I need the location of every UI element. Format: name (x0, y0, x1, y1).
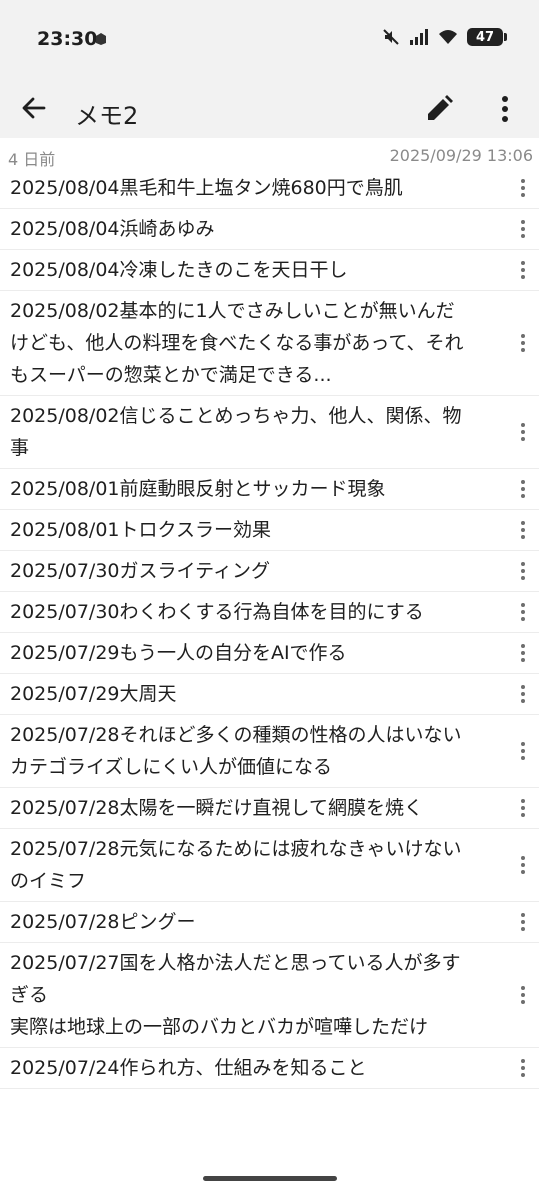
item-more-icon[interactable] (515, 739, 531, 763)
list-item-text: 2025/08/01前庭動眼反射とサッカード現象 (10, 478, 386, 500)
list-item[interactable]: 2025/07/28元気になるためには疲れなきゃいけないのイミフ (0, 829, 539, 902)
list-item-text: 2025/07/29大周天 (10, 683, 177, 705)
relative-date: 4 日前 (8, 150, 56, 169)
list-item[interactable]: 2025/08/04冷凍したきのこを天日干し (0, 250, 539, 291)
list-item-text: 2025/07/30わくわくする行為自体を目的にする (10, 601, 424, 623)
back-arrow-icon[interactable] (20, 94, 48, 122)
list-item-text: 2025/07/27国を人格か法人だと思っている人が多すぎる 実際は地球上の一部… (10, 952, 461, 1038)
item-more-icon[interactable] (515, 983, 531, 1007)
list-item-text: 2025/07/29もう一人の自分をAIで作る (10, 642, 347, 664)
list-item-text: 2025/08/04黒毛和牛上塩タン焼680円で鳥肌 (10, 177, 403, 199)
battery-indicator: 47 (467, 28, 507, 46)
item-more-icon[interactable] (515, 641, 531, 665)
item-more-icon[interactable] (515, 910, 531, 934)
status-bar: 23:30 47 (0, 0, 539, 80)
item-more-icon[interactable] (515, 518, 531, 542)
list-item[interactable]: 2025/07/30ガスライティング (0, 551, 539, 592)
list-item[interactable]: 2025/08/01トロクスラー効果 (0, 510, 539, 551)
signal-icon (410, 29, 428, 45)
item-more-icon[interactable] (515, 258, 531, 282)
edit-pencil-icon[interactable] (424, 94, 454, 124)
list-item-text: 2025/07/28元気になるためには疲れなきゃいけないのイミフ (10, 838, 462, 892)
list-item-text: 2025/07/24作られ方、仕組みを知ること (10, 1057, 367, 1079)
memo-meta: 4 日前 2025/09/29 13:06 (0, 142, 539, 170)
list-item[interactable]: 2025/08/01前庭動眼反射とサッカード現象 (0, 469, 539, 510)
list-item[interactable]: 2025/07/30わくわくする行為自体を目的にする (0, 592, 539, 633)
list-item-text: 2025/08/01トロクスラー効果 (10, 519, 271, 541)
item-more-icon[interactable] (515, 217, 531, 241)
memo-list: 2025/08/04黒毛和牛上塩タン焼680円で鳥肌 2025/08/04浜崎あゆ… (0, 168, 539, 1089)
list-item-text: 2025/07/30ガスライティング (10, 560, 270, 582)
more-vert-icon[interactable] (494, 94, 516, 124)
wifi-icon (439, 30, 457, 44)
page-title: メモ2 (75, 102, 139, 130)
list-item[interactable]: 2025/07/28ピングー (0, 902, 539, 943)
list-item[interactable]: 2025/07/28太陽を一瞬だけ直視して網膜を焼く (0, 788, 539, 829)
list-item-text: 2025/08/04浜崎あゆみ (10, 218, 215, 240)
mute-icon (383, 29, 399, 45)
item-more-icon[interactable] (515, 331, 531, 355)
app-notification-icon (96, 33, 106, 45)
list-item[interactable]: 2025/07/27国を人格か法人だと思っている人が多すぎる 実際は地球上の一部… (0, 943, 539, 1048)
list-item-text: 2025/07/28それほど多くの種類の性格の人はいない カテゴライズしにくい人… (10, 724, 462, 778)
list-item[interactable]: 2025/07/24作られ方、仕組みを知ること (0, 1048, 539, 1089)
list-item-text: 2025/08/04冷凍したきのこを天日干し (10, 259, 348, 281)
list-item[interactable]: 2025/07/29大周天 (0, 674, 539, 715)
list-item[interactable]: 2025/08/02基本的に1人でさみしいことが無いんだけども、他人の料理を食べ… (0, 291, 539, 396)
list-item-text: 2025/07/28ピングー (10, 911, 196, 933)
item-more-icon[interactable] (515, 559, 531, 583)
item-more-icon[interactable] (515, 600, 531, 624)
list-item[interactable]: 2025/08/04浜崎あゆみ (0, 209, 539, 250)
list-item[interactable]: 2025/07/29もう一人の自分をAIで作る (0, 633, 539, 674)
item-more-icon[interactable] (515, 477, 531, 501)
item-more-icon[interactable] (515, 176, 531, 200)
modified-timestamp: 2025/09/29 13:06 (389, 146, 533, 165)
list-item[interactable]: 2025/08/02信じることめっちゃ力、他人、関係、物事 (0, 396, 539, 469)
item-more-icon[interactable] (515, 853, 531, 877)
list-item-text: 2025/08/02基本的に1人でさみしいことが無いんだけども、他人の料理を食べ… (10, 300, 464, 386)
app-bar: メモ2 (0, 80, 539, 138)
list-item-text: 2025/07/28太陽を一瞬だけ直視して網膜を焼く (10, 797, 423, 819)
status-icons: 47 (382, 28, 507, 46)
home-indicator[interactable] (203, 1176, 337, 1181)
list-item[interactable]: 2025/07/28それほど多くの種類の性格の人はいない カテゴライズしにくい人… (0, 715, 539, 788)
list-item[interactable]: 2025/08/04黒毛和牛上塩タン焼680円で鳥肌 (0, 168, 539, 209)
item-more-icon[interactable] (515, 682, 531, 706)
list-item-text: 2025/08/02信じることめっちゃ力、他人、関係、物事 (10, 405, 462, 459)
item-more-icon[interactable] (515, 796, 531, 820)
item-more-icon[interactable] (515, 1056, 531, 1080)
item-more-icon[interactable] (515, 420, 531, 444)
status-time: 23:30 (37, 28, 98, 50)
